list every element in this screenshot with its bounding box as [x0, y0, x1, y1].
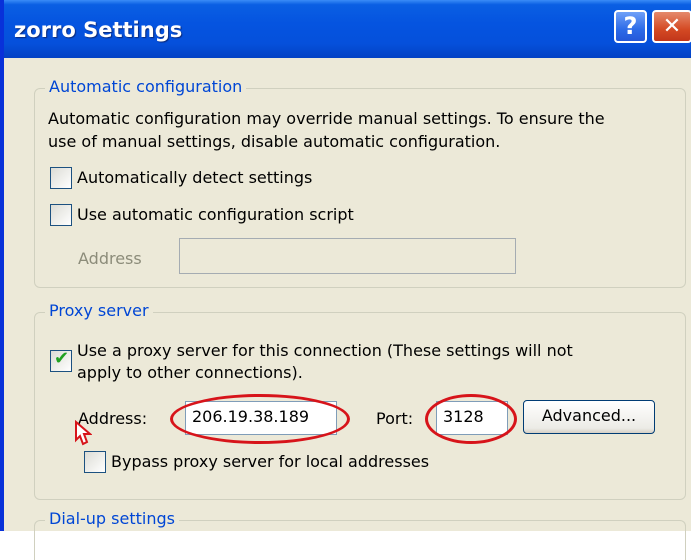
auto-detect-label[interactable]: Automatically detect settings [77, 167, 312, 189]
dialup-settings-group: Dial-up settings [34, 509, 686, 560]
auto-config-address-label: Address [78, 249, 142, 268]
address-highlight-circle [170, 394, 350, 444]
dialup-settings-legend: Dial-up settings [45, 509, 179, 528]
automatic-configuration-legend: Automatic configuration [45, 77, 247, 96]
mouse-pointer-icon [75, 420, 92, 446]
bypass-local-checkbox[interactable] [84, 451, 106, 473]
use-proxy-label-line1[interactable]: Use a proxy server for this connection (… [77, 340, 573, 362]
proxy-port-label: Port: [376, 409, 414, 428]
close-button[interactable]: ✕ [652, 10, 691, 43]
title-bar[interactable]: zorro Settings ? ✕ [4, 0, 691, 58]
auto-config-script-label[interactable]: Use automatic configuration script [77, 204, 354, 226]
use-proxy-checkbox[interactable]: ✔ [50, 348, 72, 372]
auto-config-description-line1: Automatic configuration may override man… [48, 109, 605, 128]
port-highlight-circle [425, 394, 517, 444]
window-title: zorro Settings [14, 18, 183, 42]
auto-config-address-field[interactable] [179, 238, 516, 274]
auto-detect-checkbox[interactable] [50, 167, 72, 189]
use-proxy-label-line2[interactable]: apply to other connections). [77, 362, 303, 384]
checkmark-icon: ✔ [54, 348, 70, 369]
proxy-server-legend: Proxy server [45, 301, 153, 320]
auto-config-description-line2: use of manual settings, disable automati… [48, 132, 501, 151]
help-button[interactable]: ? [614, 10, 647, 43]
auto-config-script-checkbox[interactable] [50, 204, 72, 226]
advanced-button[interactable]: Advanced... [523, 400, 655, 434]
bypass-local-label[interactable]: Bypass proxy server for local addresses [111, 451, 429, 473]
dialog-content: Automatic configuration Automatic config… [4, 58, 691, 560]
